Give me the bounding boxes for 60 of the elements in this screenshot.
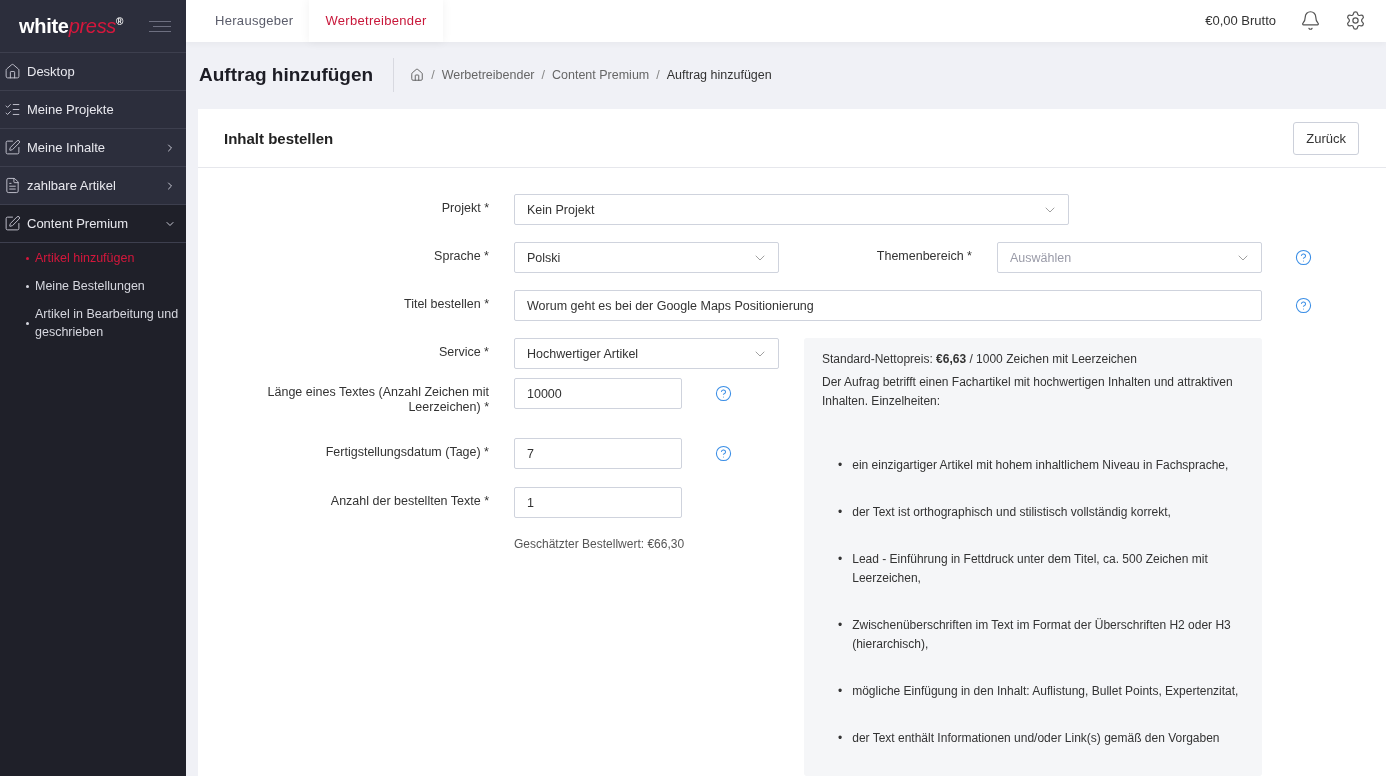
service-select[interactable]: Hochwertiger Artikel [514, 338, 779, 369]
breadcrumb-link[interactable]: Content Premium [552, 68, 650, 83]
number-input[interactable]: 1 [514, 487, 682, 518]
home-icon[interactable] [410, 68, 425, 83]
top-tab[interactable]: Herausgeber [199, 0, 310, 42]
field-label: Titel bestellen * [403, 296, 489, 312]
settings-icon[interactable] [1345, 10, 1366, 32]
sidebar-item[interactable]: Meine Projekte [0, 91, 186, 129]
project-select[interactable]: Kein Projekt [514, 194, 1069, 225]
breadcrumb-separator: / [656, 68, 660, 83]
bullet-marker: • [838, 683, 843, 700]
breadcrumb-link[interactable]: Werbetreibender [441, 68, 535, 83]
bullet-text: der Text ist orthographisch und stilistisch vollständig korrekt, [852, 504, 1171, 521]
field-label: Fertigstellungsdatum (Tage) * [324, 444, 489, 460]
document-icon [4, 177, 21, 194]
bullet-marker: • [838, 730, 843, 747]
field-label: Themenbereich * [875, 248, 972, 264]
field-label: Länge eines Textes (Anzahl Zeichen mit Leerzeichen) * [266, 384, 489, 415]
bullet-text: Zwischenüberschriften im Text im Format der Überschriften H2 oder H3 (hierarchisch), [852, 617, 1232, 653]
description-text: Der Aufrag betrifft einen Fachartikel mit hochwertigen Inhalten und attraktiven Inhalten. Einzelheiten: [822, 374, 1234, 410]
sidebar-subitem[interactable]: Meine Bestellungen [26, 277, 186, 295]
field-label: Sprache * [433, 248, 489, 264]
sidebar-subitem[interactable]: Artikel in Bearbeitung und geschrieben [26, 305, 186, 341]
help-icon[interactable] [1295, 297, 1312, 314]
top-tab[interactable]: Werbetreibender [309, 0, 443, 42]
card-title: Inhalt bestellen [224, 129, 334, 147]
help-icon[interactable] [715, 445, 732, 462]
edit-icon [4, 139, 21, 156]
page-title: Auftrag hinzufügen [199, 58, 395, 93]
home-icon [4, 63, 21, 80]
price-text: Standard-Nettopreis: €6,63 / 1000 Zeichen mit Leerzeichen [822, 351, 1138, 368]
field-label: Anzahl der bestellten Texte * [329, 493, 489, 509]
breadcrumb-separator: / [431, 68, 435, 83]
back-button[interactable]: Zurück [1293, 121, 1359, 155]
title-input[interactable]: Worum geht es bei der Google Maps Positionierung [514, 290, 1262, 321]
number-input[interactable]: 10000 [514, 378, 682, 409]
field-label: Service * [437, 344, 489, 360]
sidebar-item[interactable]: zahlbare Artikel [0, 167, 186, 205]
help-icon[interactable] [1295, 249, 1312, 266]
bullet-marker: • [838, 551, 843, 568]
help-icon[interactable] [715, 385, 732, 402]
menu-icon[interactable] [149, 20, 172, 32]
bullet-marker: • [838, 617, 843, 634]
sidebar-item[interactable]: Meine Inhalte [0, 129, 186, 167]
bullet-text: mögliche Einfügung in den Inhalt: Auflistung, Bullet Points, Expertenzitat, [852, 683, 1239, 700]
sidebar-item[interactable]: Desktop [0, 53, 186, 91]
language-select[interactable]: Polski [514, 242, 779, 273]
balance-text: €0,00 Brutto [1205, 13, 1276, 29]
bullet-text: Lead - Einführung in Fettdruck unter dem Titel, ca. 500 Zeichen mit Leerzeichen, [852, 551, 1209, 587]
list-icon [4, 101, 21, 118]
bullet-marker: • [838, 504, 843, 521]
bell-icon[interactable] [1300, 10, 1321, 32]
number-input[interactable]: 7 [514, 438, 682, 469]
bullet-text: ein einzigartiger Artikel mit hohem inhaltlichem Niveau in Fachsprache, [852, 457, 1229, 474]
edit-icon [4, 215, 21, 232]
bullet-text: der Text enthält Informationen und/oder Link(s) gemäß den Vorgaben [852, 730, 1220, 747]
breadcrumb-separator: / [541, 68, 545, 83]
bullet-marker: • [838, 457, 843, 474]
field-label: Projekt * [440, 200, 489, 216]
estimate-text: Geschätzter Bestellwert: €66,30 [514, 537, 686, 551]
